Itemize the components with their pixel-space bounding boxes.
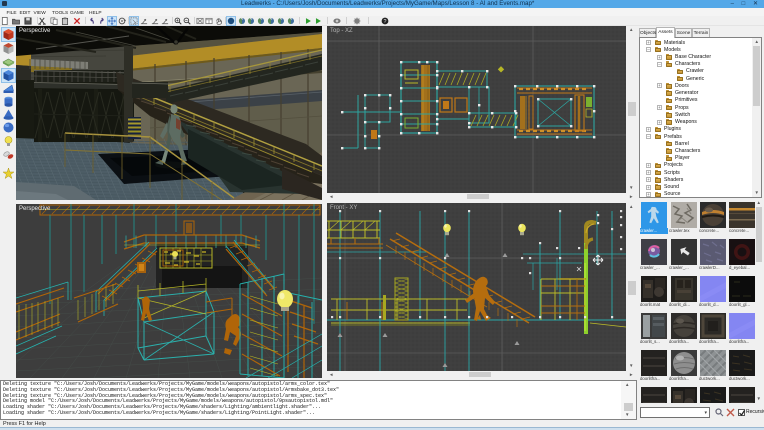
- svg-text:?: ?: [383, 19, 386, 25]
